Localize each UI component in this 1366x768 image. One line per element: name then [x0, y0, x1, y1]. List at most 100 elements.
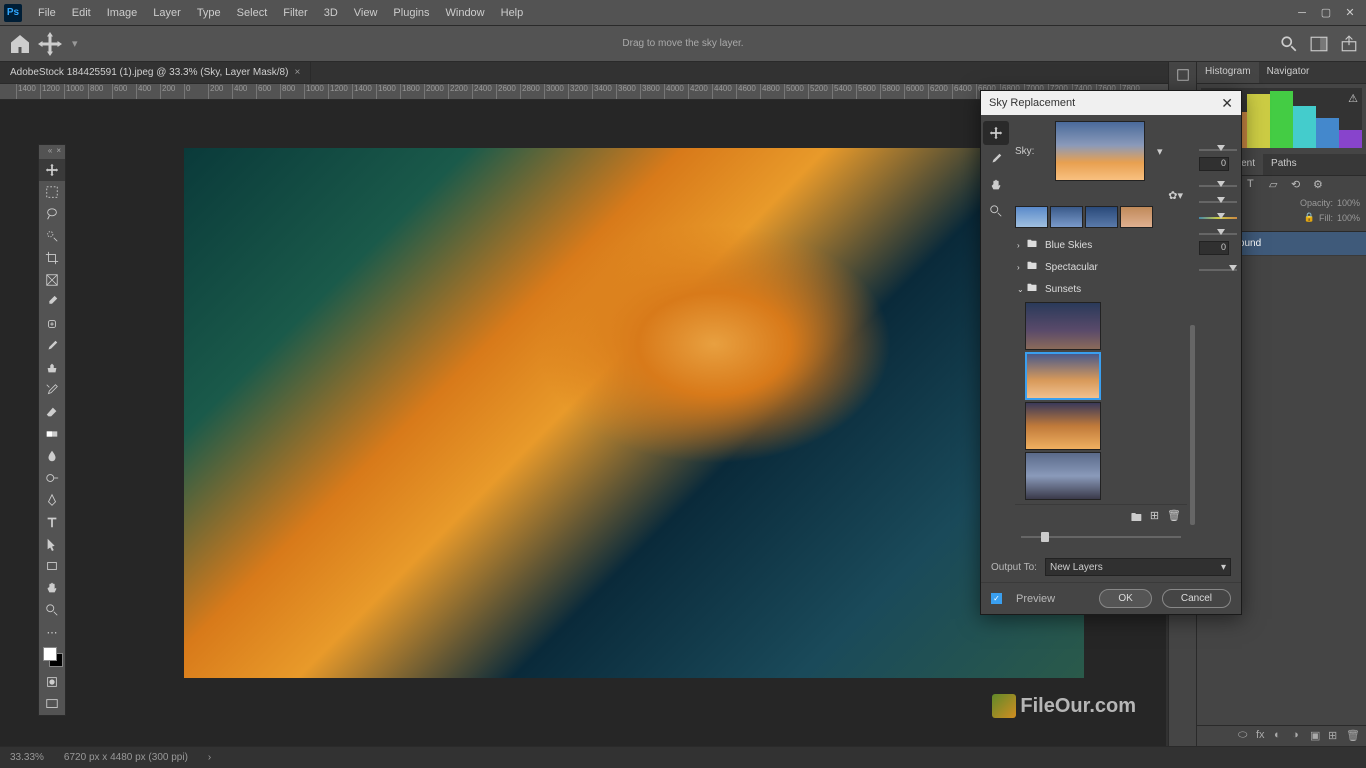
- gradient-tool[interactable]: [39, 423, 65, 445]
- window-restore-icon[interactable]: ▢: [1314, 4, 1338, 22]
- fx-icon[interactable]: fx: [1256, 729, 1270, 743]
- share-icon[interactable]: [1340, 35, 1358, 53]
- category-spectacular[interactable]: › 🖿 Spectacular: [1015, 256, 1187, 278]
- thumbnail-size-slider[interactable]: [1015, 532, 1187, 540]
- zoom-level[interactable]: 33.33%: [10, 752, 44, 763]
- hand-tool[interactable]: [39, 577, 65, 599]
- dialog-titlebar[interactable]: Sky Replacement ✕: [981, 91, 1241, 115]
- marquee-tool[interactable]: [39, 181, 65, 203]
- output-to-select[interactable]: New Layers▾: [1045, 558, 1231, 576]
- history-brush-tool[interactable]: [39, 379, 65, 401]
- rotate-icon[interactable]: ⟲: [1291, 178, 1307, 194]
- gear-icon[interactable]: ⚙: [1313, 178, 1329, 194]
- sunset-preset[interactable]: [1025, 402, 1101, 450]
- dialog-hand-tool[interactable]: [983, 173, 1009, 197]
- recent-thumb[interactable]: [1050, 206, 1083, 228]
- toolbox-collapse-icon[interactable]: «: [48, 146, 52, 158]
- sky-preview-dropdown[interactable]: [1055, 121, 1145, 181]
- type-icon[interactable]: T: [1247, 178, 1263, 194]
- preview-checkbox[interactable]: ✓: [991, 593, 1002, 604]
- sunset-preset[interactable]: [1025, 452, 1101, 500]
- menu-filter[interactable]: Filter: [275, 3, 315, 23]
- sunset-preset-selected[interactable]: [1025, 352, 1101, 400]
- warning-icon[interactable]: ⚠: [1348, 92, 1358, 105]
- chevron-down-icon[interactable]: ▾: [72, 37, 78, 50]
- menu-type[interactable]: Type: [189, 3, 229, 23]
- brush-tool[interactable]: [39, 335, 65, 357]
- menu-help[interactable]: Help: [493, 3, 532, 23]
- folder-icon[interactable]: ▣: [1310, 729, 1324, 743]
- scrollbar[interactable]: [1190, 325, 1195, 525]
- search-icon[interactable]: [1280, 35, 1298, 53]
- clone-stamp-tool[interactable]: [39, 357, 65, 379]
- shift-edge-slider[interactable]: 0: [1199, 149, 1237, 171]
- color-swatches[interactable]: [39, 643, 65, 671]
- recent-thumb[interactable]: [1085, 206, 1118, 228]
- trash-icon[interactable]: 🗑: [1346, 729, 1360, 743]
- chevron-down-icon[interactable]: ▾: [1157, 145, 1163, 158]
- blur-tool[interactable]: [39, 445, 65, 467]
- quick-mask-icon[interactable]: [39, 671, 65, 693]
- eyedropper-tool[interactable]: [39, 291, 65, 313]
- rectangle-tool[interactable]: [39, 555, 65, 577]
- sunset-preset[interactable]: [1025, 302, 1101, 350]
- crop-icon[interactable]: ▱: [1269, 178, 1285, 194]
- home-icon[interactable]: [8, 32, 32, 56]
- menu-plugins[interactable]: Plugins: [385, 3, 437, 23]
- temperature-slider[interactable]: [1199, 217, 1237, 219]
- category-sunsets[interactable]: ⌄ 🖿 Sunsets: [1015, 278, 1187, 300]
- quick-select-tool[interactable]: [39, 225, 65, 247]
- new-layer-icon[interactable]: ⊞: [1328, 729, 1342, 743]
- menu-select[interactable]: Select: [229, 3, 276, 23]
- tab-histogram[interactable]: Histogram: [1197, 62, 1259, 83]
- menu-file[interactable]: File: [30, 3, 64, 23]
- category-blue-skies[interactable]: › 🖿 Blue Skies: [1015, 234, 1187, 256]
- move-tool-icon[interactable]: [38, 32, 62, 56]
- eraser-tool[interactable]: [39, 401, 65, 423]
- window-close-icon[interactable]: ✕: [1338, 4, 1362, 22]
- fill-value[interactable]: 100%: [1337, 213, 1360, 223]
- menu-edit[interactable]: Edit: [64, 3, 99, 23]
- link-icon[interactable]: ⬭: [1238, 729, 1252, 743]
- lock-icon[interactable]: 🔒: [1304, 212, 1315, 223]
- menu-view[interactable]: View: [346, 3, 386, 23]
- recent-thumb[interactable]: [1015, 206, 1048, 228]
- scale-slider[interactable]: 0: [1199, 233, 1237, 255]
- foreground-color[interactable]: [43, 647, 57, 661]
- dialog-zoom-tool[interactable]: [983, 199, 1009, 223]
- import-folder-icon[interactable]: 🖿: [1131, 509, 1142, 528]
- lasso-tool[interactable]: [39, 203, 65, 225]
- healing-tool[interactable]: [39, 313, 65, 335]
- fade-edge-slider[interactable]: [1199, 185, 1237, 187]
- tab-navigator[interactable]: Navigator: [1259, 62, 1318, 83]
- brightness-slider[interactable]: [1199, 201, 1237, 203]
- zoom-tool[interactable]: [39, 599, 65, 621]
- document-tab-close-icon[interactable]: ×: [294, 67, 300, 78]
- toolbox-close-icon[interactable]: ×: [56, 146, 61, 158]
- menu-window[interactable]: Window: [438, 3, 493, 23]
- menu-image[interactable]: Image: [99, 3, 146, 23]
- opacity-value[interactable]: 100%: [1337, 198, 1360, 208]
- dialog-close-icon[interactable]: ✕: [1221, 95, 1233, 112]
- recent-thumb[interactable]: [1120, 206, 1153, 228]
- preset-gear-icon[interactable]: ✿▾: [1168, 189, 1183, 202]
- more-tools-icon[interactable]: ⋯: [39, 621, 65, 643]
- document-tab[interactable]: AdobeStock 184425591 (1).jpeg @ 33.3% (S…: [0, 62, 311, 83]
- lighting-slider[interactable]: [1199, 269, 1237, 271]
- window-minimize-icon[interactable]: ─: [1290, 4, 1314, 22]
- tab-paths[interactable]: Paths: [1263, 154, 1305, 175]
- status-chevron-icon[interactable]: ›: [208, 752, 211, 763]
- type-tool[interactable]: [39, 511, 65, 533]
- mask-icon[interactable]: ◐: [1274, 729, 1288, 743]
- cancel-button[interactable]: Cancel: [1162, 589, 1231, 608]
- screen-mode-icon[interactable]: [39, 693, 65, 715]
- ok-button[interactable]: OK: [1099, 589, 1151, 608]
- crop-tool[interactable]: [39, 247, 65, 269]
- frame-tool[interactable]: [39, 269, 65, 291]
- dialog-brush-tool[interactable]: [983, 147, 1009, 171]
- pen-tool[interactable]: [39, 489, 65, 511]
- color-panel-icon[interactable]: [1169, 62, 1197, 88]
- adjust-icon[interactable]: ◑: [1292, 729, 1306, 743]
- delete-preset-icon[interactable]: 🗑: [1167, 509, 1181, 528]
- workspace-icon[interactable]: [1310, 35, 1328, 53]
